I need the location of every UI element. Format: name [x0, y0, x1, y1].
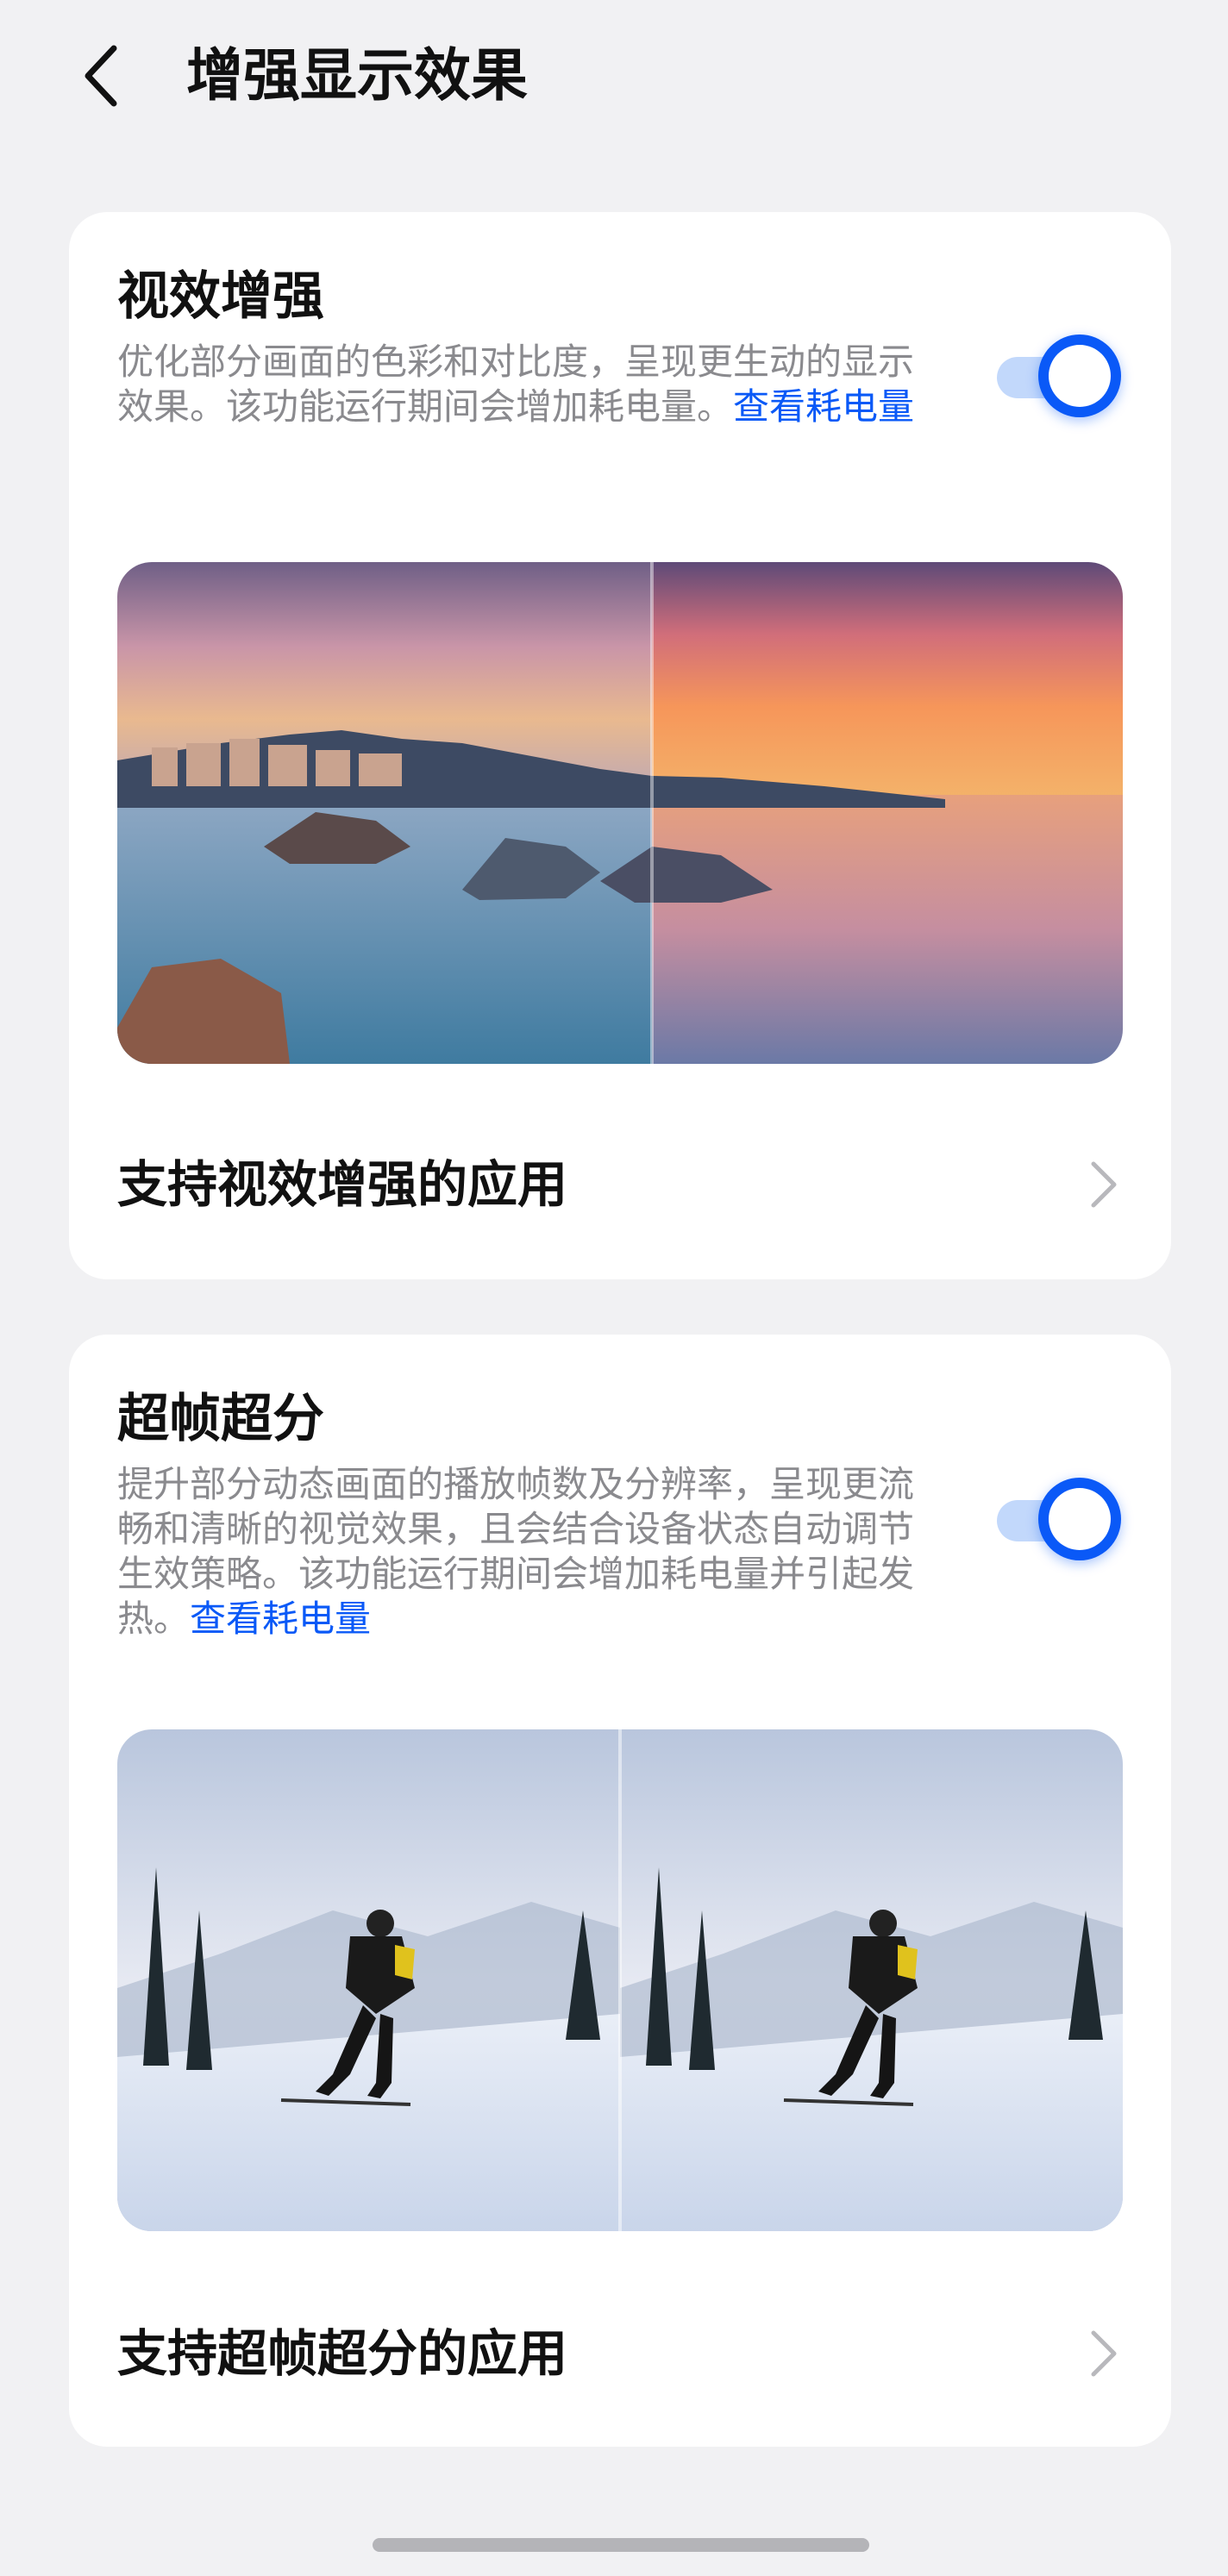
- home-indicator[interactable]: [373, 2538, 869, 2552]
- visual-enhancement-apps-row[interactable]: 支持视效增强的应用: [69, 1109, 1171, 1264]
- super-frame-title: 超帧超分: [117, 1389, 324, 1449]
- super-frame-card: 超帧超分 提升部分动态画面的播放帧数及分辨率，呈现更流畅和清晰的视觉效果，且会结…: [69, 1335, 1171, 2447]
- visual-enhancement-apps-label: 支持视效增强的应用: [117, 1155, 568, 1214]
- visual-enhancement-description: 优化部分画面的色彩和对比度，呈现更生动的显示效果。该功能运行期间会增加耗电量。查…: [117, 340, 919, 429]
- super-frame-power-link[interactable]: 查看耗电量: [190, 1597, 371, 1640]
- skier-image: [117, 1729, 1123, 2231]
- seaside-sunset-image: [117, 562, 1123, 1064]
- super-frame-preview: [117, 1729, 1123, 2231]
- visual-enhancement-toggle[interactable]: [987, 335, 1131, 417]
- visual-enhancement-power-link[interactable]: 查看耗电量: [733, 385, 914, 428]
- super-frame-apps-row[interactable]: 支持超帧超分的应用: [69, 2278, 1171, 2433]
- visual-enhancement-title: 视效增强: [117, 266, 324, 327]
- super-frame-description: 提升部分动态画面的播放帧数及分辨率，呈现更流畅和清晰的视觉效果，且会结合设备状态…: [117, 1462, 919, 1641]
- back-arrow-icon: [85, 45, 117, 107]
- page-title: 增强显示效果: [186, 42, 528, 109]
- super-frame-toggle[interactable]: [987, 1478, 1131, 1560]
- visual-enhancement-preview: [117, 562, 1123, 1064]
- super-frame-apps-label: 支持超帧超分的应用: [117, 2324, 568, 2383]
- visual-enhancement-card: 视效增强 优化部分画面的色彩和对比度，呈现更生动的显示效果。该功能运行期间会增加…: [69, 212, 1171, 1279]
- back-button[interactable]: [69, 38, 131, 114]
- toggle-knob: [1038, 335, 1121, 417]
- toggle-knob: [1038, 1478, 1121, 1560]
- chevron-right-icon: [1091, 1161, 1117, 1208]
- chevron-right-icon: [1091, 2330, 1117, 2377]
- header: 增强显示效果: [0, 0, 1228, 155]
